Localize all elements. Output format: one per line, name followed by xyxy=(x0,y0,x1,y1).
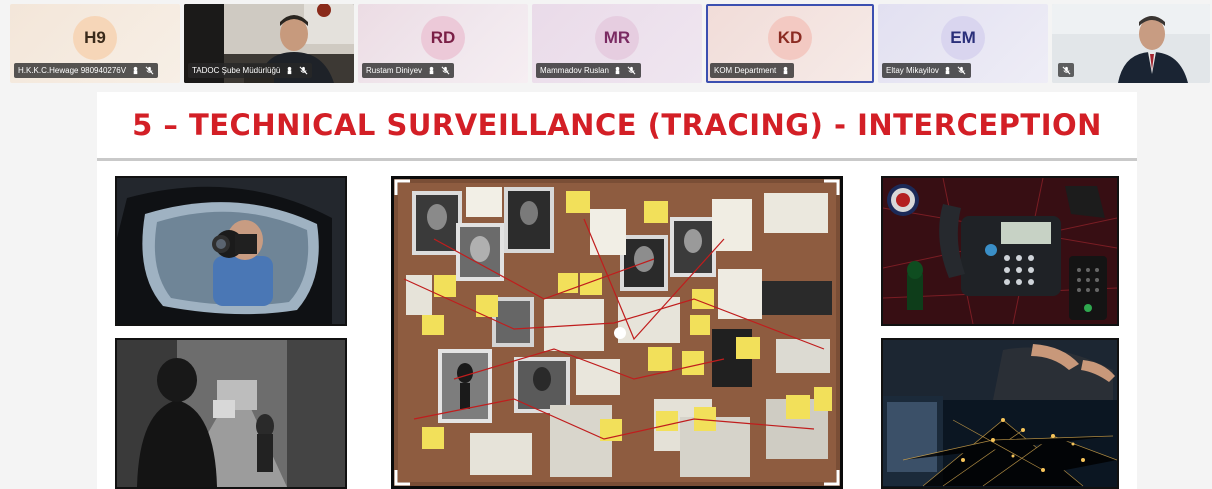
avatar: EM xyxy=(941,16,985,60)
mic-muted-icon[interactable] xyxy=(1058,63,1074,77)
photo-network-hacking xyxy=(881,338,1119,489)
participant-strip: H9 H.K.K.C.Hewage 980940276V TADOC Şube … xyxy=(0,0,1212,86)
participant-name-tag: Eltay Mikayilov xyxy=(882,63,971,78)
slide-title: 5 – TECHNICAL SURVEILLANCE (TRACING) - I… xyxy=(132,108,1102,142)
participant-name: Eltay Mikayilov xyxy=(886,66,939,75)
mic-muted-icon[interactable] xyxy=(144,66,154,76)
photo-desk-phone-wiretap xyxy=(881,176,1119,326)
speaker-icon xyxy=(943,66,953,76)
participant-name: KOM Department xyxy=(714,66,777,75)
avatar: H9 xyxy=(73,16,117,60)
participant-tile[interactable]: H9 H.K.K.C.Hewage 980940276V xyxy=(10,4,180,83)
mic-muted-icon[interactable] xyxy=(627,66,637,76)
participant-name: TADOC Şube Müdürlüğü xyxy=(192,66,281,75)
avatar: MR xyxy=(595,16,639,60)
participant-name-tag: Rustam Diniyev xyxy=(362,63,455,78)
participant-video xyxy=(1052,4,1210,83)
speaker-icon xyxy=(780,66,790,76)
participant-name: H.K.K.C.Hewage 980940276V xyxy=(18,66,127,75)
photo-evidence-board xyxy=(391,176,843,489)
participant-tile-active-speaker[interactable]: KD KOM Department xyxy=(706,4,874,83)
speaker-icon xyxy=(613,66,623,76)
participant-tile[interactable]: EM Eltay Mikayilov xyxy=(878,4,1048,83)
photo-car-mirror-camera xyxy=(115,176,347,326)
participant-video-tile[interactable]: TADOC Şube Müdürlüğü xyxy=(184,4,354,83)
participant-tile[interactable]: RD Rustam Diniyev xyxy=(358,4,528,83)
participant-name: Rustam Diniyev xyxy=(366,66,423,75)
speaker-icon xyxy=(130,66,140,76)
participant-video-tile[interactable] xyxy=(1052,4,1210,83)
participant-name-tag: Mammadov Ruslan xyxy=(536,63,641,78)
participant-name-tag: H.K.K.C.Hewage 980940276V xyxy=(14,63,159,78)
video-conference-window: H9 H.K.K.C.Hewage 980940276V TADOC Şube … xyxy=(0,0,1212,489)
participant-name-tag: KOM Department xyxy=(710,63,795,78)
participant-tile[interactable]: MR Mammadov Ruslan xyxy=(532,4,702,83)
participant-name: Mammadov Ruslan xyxy=(540,66,609,75)
mic-muted-icon[interactable] xyxy=(957,66,967,76)
shared-slide: 5 – TECHNICAL SURVEILLANCE (TRACING) - I… xyxy=(97,92,1137,489)
speaker-icon xyxy=(284,66,294,76)
participant-name-tag: TADOC Şube Müdürlüğü xyxy=(188,63,313,78)
avatar: KD xyxy=(768,16,812,60)
mic-muted-icon[interactable] xyxy=(440,66,450,76)
avatar: RD xyxy=(421,16,465,60)
mic-muted-icon[interactable] xyxy=(298,66,308,76)
speaker-icon xyxy=(426,66,436,76)
photo-hooded-man-street xyxy=(115,338,347,489)
title-divider xyxy=(97,158,1137,161)
